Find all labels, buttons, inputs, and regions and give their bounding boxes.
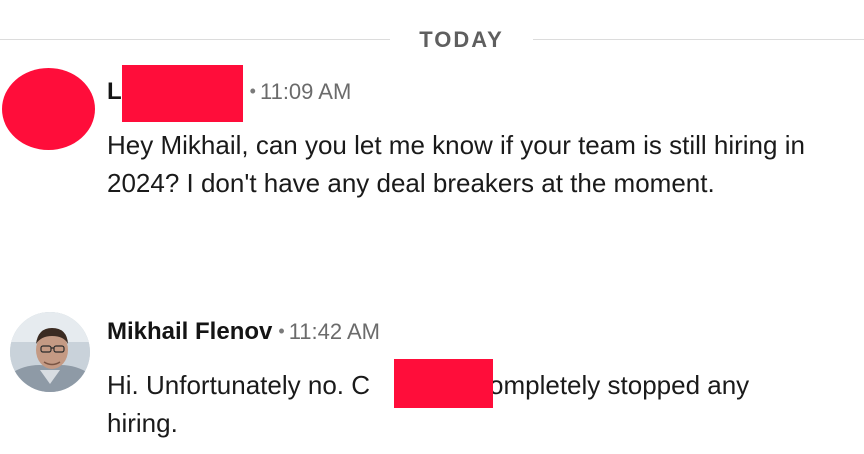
redaction-box xyxy=(122,65,243,122)
redaction-box xyxy=(394,359,493,408)
person-photo-icon xyxy=(10,312,90,392)
date-divider: TODAY xyxy=(0,24,864,56)
message-item: Mikhail Flenov • 11:42 AM Hi. Unfortunatel… xyxy=(0,308,864,454)
message-text-before: Hi. Unfortunately no. C xyxy=(107,370,371,400)
message-item: L • 11:09 AM Hey Mikhail, can you let me k… xyxy=(0,62,864,252)
separator-dot: • xyxy=(278,321,285,341)
avatar-redacted[interactable] xyxy=(2,68,95,150)
message-text: Hey Mikhail, can you let me know if your… xyxy=(107,130,805,198)
message-header: Mikhail Flenov • 11:42 AM xyxy=(107,318,380,346)
sender-name[interactable]: Mikhail Flenov xyxy=(107,318,272,345)
sender-name[interactable]: L xyxy=(107,78,122,105)
date-divider-label: TODAY xyxy=(419,27,504,52)
message-time: 11:09 AM xyxy=(259,79,352,104)
message-time: 11:42 AM xyxy=(288,319,381,344)
avatar-photo[interactable] xyxy=(10,312,90,392)
divider-line-right xyxy=(533,39,864,40)
separator-dot: • xyxy=(249,81,256,101)
divider-line-left xyxy=(0,39,390,40)
